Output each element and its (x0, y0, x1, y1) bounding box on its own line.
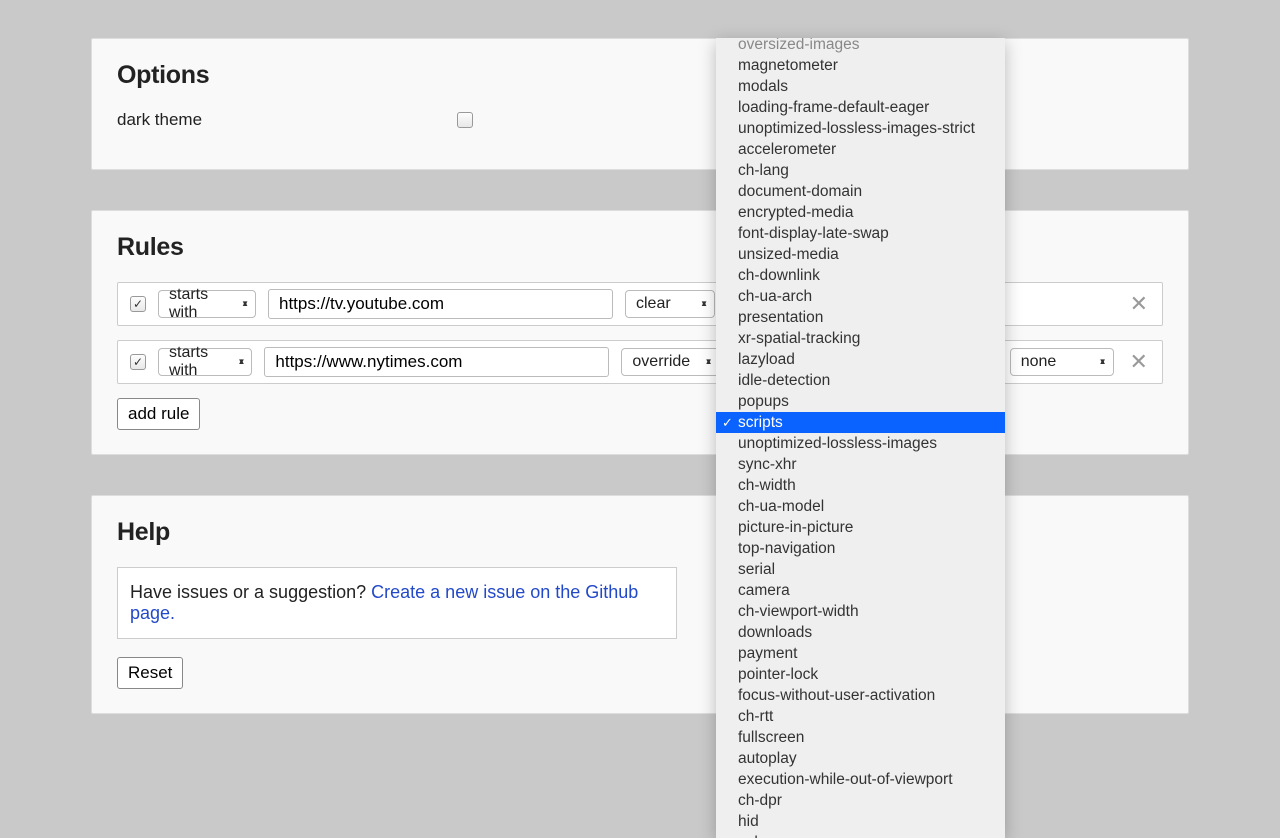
url-pattern-input[interactable] (268, 289, 613, 319)
rule-row: starts with ▲▼ clear ▲▼ ✕ (117, 282, 1163, 326)
option-row-dark-theme: dark theme (117, 110, 1163, 130)
feature-option[interactable]: unoptimized-lossless-images-strict (716, 118, 1005, 139)
add-rule-button[interactable]: add rule (117, 398, 200, 430)
match-mode-select[interactable]: starts with ▲▼ (158, 290, 256, 318)
feature-dropdown-menu[interactable]: oversized-imagesmagnetometermodalsloadin… (716, 38, 1005, 838)
rule-row: starts with ▲▼ override ▲▼ scripts ▲▼ no… (117, 340, 1163, 384)
feature-option[interactable]: magnetometer (716, 55, 1005, 76)
feature-option[interactable]: unsized-media (716, 244, 1005, 265)
feature-value-value: none (1021, 353, 1057, 371)
feature-option[interactable]: camera (716, 580, 1005, 601)
match-mode-value: starts with (169, 286, 233, 322)
feature-option[interactable]: font-display-late-swap (716, 223, 1005, 244)
feature-option[interactable]: xr-spatial-tracking (716, 328, 1005, 349)
remove-rule-button[interactable]: ✕ (1126, 291, 1152, 317)
feature-option[interactable]: accelerometer (716, 139, 1005, 160)
feature-option[interactable]: document-domain (716, 181, 1005, 202)
feature-option[interactable]: presentation (716, 307, 1005, 328)
feature-option[interactable]: modals (716, 76, 1005, 97)
feature-option[interactable]: ch-dpr (716, 790, 1005, 811)
feature-option[interactable]: unoptimized-lossless-images (716, 433, 1005, 454)
help-text: Have issues or a suggestion? (130, 582, 371, 602)
feature-option[interactable]: ch-lang (716, 160, 1005, 181)
rule-enabled-checkbox[interactable] (130, 296, 146, 312)
feature-option[interactable]: picture-in-picture (716, 517, 1005, 538)
rule-enabled-checkbox[interactable] (130, 354, 146, 370)
close-icon: ✕ (1130, 349, 1148, 374)
feature-option[interactable]: ch-width (716, 475, 1005, 496)
options-heading: Options (117, 61, 1163, 90)
feature-option[interactable]: ch-rtt (716, 706, 1005, 727)
help-heading: Help (117, 518, 1163, 547)
rules-panel: Rules starts with ▲▼ clear ▲▼ ✕ starts w… (91, 210, 1189, 455)
url-pattern-input[interactable] (264, 347, 609, 377)
match-mode-select[interactable]: starts with ▲▼ (158, 348, 252, 376)
action-value: clear (636, 295, 671, 313)
feature-option[interactable]: pointer-lock (716, 664, 1005, 685)
feature-option[interactable]: scripts (716, 412, 1005, 433)
feature-value-select[interactable]: none ▲▼ (1010, 348, 1114, 376)
feature-option[interactable]: sync-xhr (716, 454, 1005, 475)
feature-option[interactable]: top-navigation (716, 538, 1005, 559)
feature-option[interactable]: serial (716, 559, 1005, 580)
feature-option[interactable]: execution-while-out-of-viewport (716, 769, 1005, 790)
action-value: override (632, 353, 690, 371)
feature-option[interactable]: encrypted-media (716, 202, 1005, 223)
feature-option[interactable]: payment (716, 643, 1005, 664)
feature-option[interactable]: fullscreen (716, 727, 1005, 748)
dark-theme-checkbox[interactable] (457, 112, 473, 128)
rules-heading: Rules (117, 233, 1163, 262)
remove-rule-button[interactable]: ✕ (1126, 349, 1152, 375)
match-mode-value: starts with (169, 344, 229, 380)
feature-option[interactable]: usb (716, 832, 1005, 838)
feature-option[interactable]: autoplay (716, 748, 1005, 769)
feature-option[interactable]: loading-frame-default-eager (716, 97, 1005, 118)
help-text-box: Have issues or a suggestion? Create a ne… (117, 567, 677, 639)
dark-theme-label: dark theme (117, 110, 457, 130)
reset-button[interactable]: Reset (117, 657, 183, 689)
feature-option[interactable]: ch-ua-arch (716, 286, 1005, 307)
options-panel: Options dark theme (91, 38, 1189, 170)
feature-option[interactable]: ch-viewport-width (716, 601, 1005, 622)
help-panel: Help Have issues or a suggestion? Create… (91, 495, 1189, 714)
feature-option[interactable]: hid (716, 811, 1005, 832)
close-icon: ✕ (1130, 291, 1148, 316)
feature-option[interactable]: oversized-images (716, 38, 1005, 55)
feature-option[interactable]: ch-downlink (716, 265, 1005, 286)
feature-option[interactable]: popups (716, 391, 1005, 412)
action-select[interactable]: override ▲▼ (621, 348, 719, 376)
feature-option[interactable]: downloads (716, 622, 1005, 643)
action-select[interactable]: clear ▲▼ (625, 290, 715, 318)
feature-option[interactable]: focus-without-user-activation (716, 685, 1005, 706)
feature-option[interactable]: lazyload (716, 349, 1005, 370)
feature-option[interactable]: idle-detection (716, 370, 1005, 391)
feature-option[interactable]: ch-ua-model (716, 496, 1005, 517)
